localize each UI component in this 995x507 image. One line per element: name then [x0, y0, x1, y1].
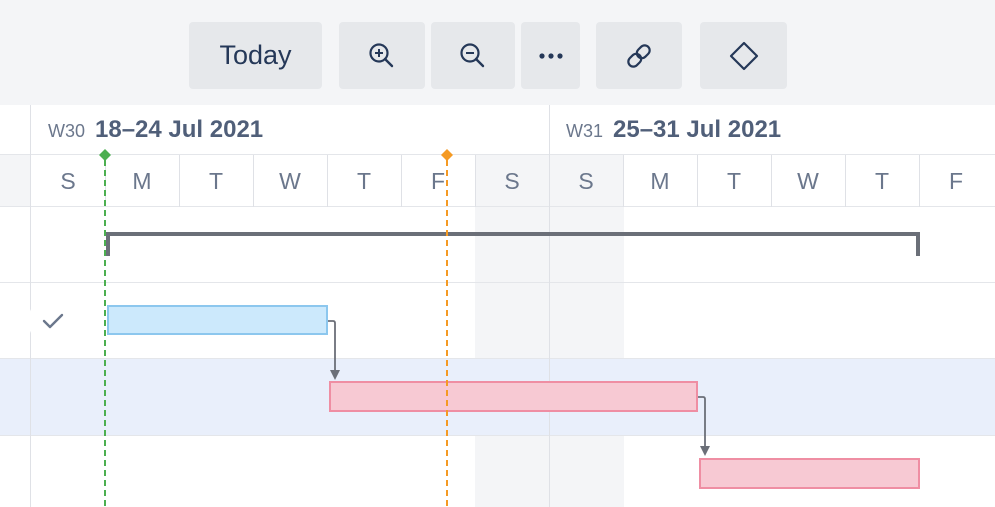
group-bracket[interactable] — [106, 232, 920, 256]
today-marker — [99, 149, 111, 507]
dependency-arrow[interactable] — [698, 396, 710, 456]
milestone-marker[interactable] — [441, 149, 453, 507]
dependency-arrow[interactable] — [328, 320, 340, 380]
gantt-overlay — [99, 149, 920, 507]
